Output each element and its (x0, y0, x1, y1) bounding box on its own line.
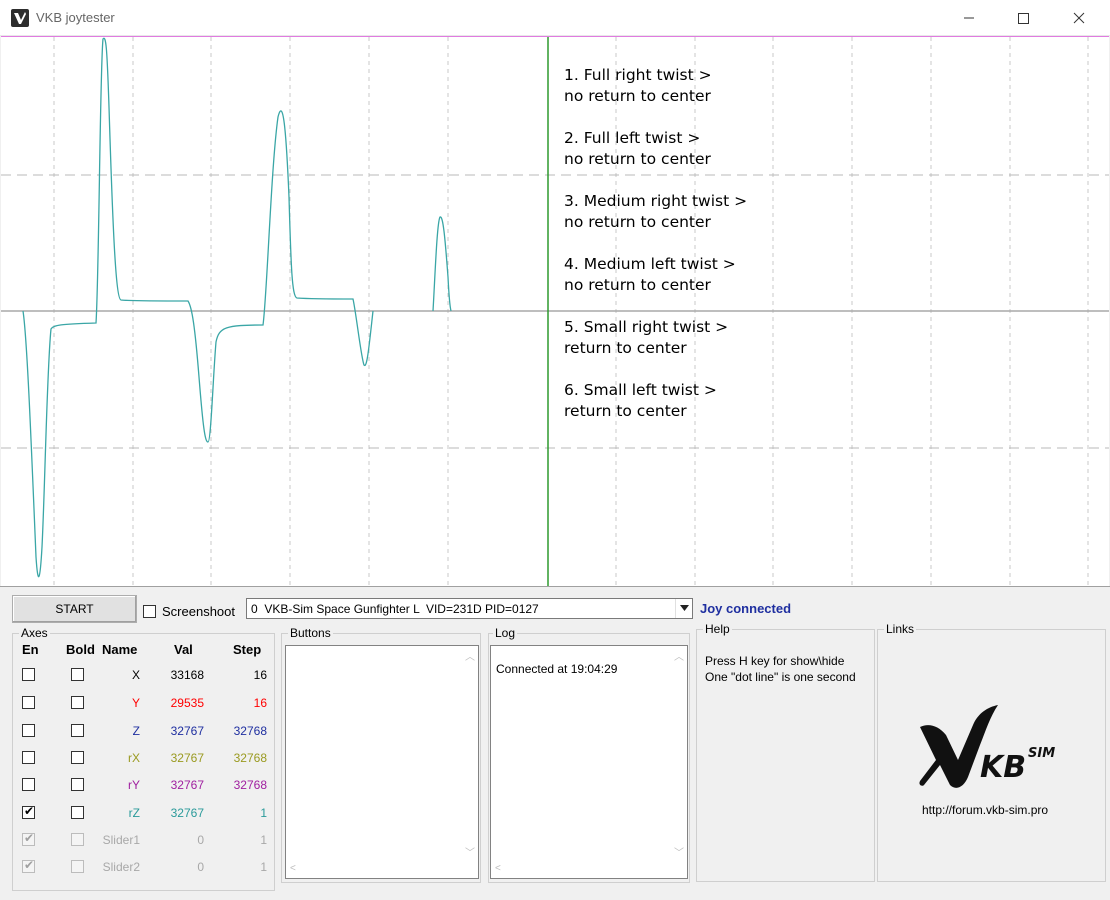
axis-name: Z (132, 724, 140, 738)
buttons-horizontal-scrollbar[interactable]: < (286, 861, 478, 878)
buttons-vertical-scrollbar[interactable]: ︿ ﹀ (461, 646, 478, 861)
axis-enable-checkbox: ✔ (22, 858, 35, 873)
instruction-3: 3. Medium right twist > no return to cen… (564, 192, 748, 231)
checkmark-icon: ✔ (24, 831, 35, 845)
axes-group-label: Axes (19, 626, 50, 640)
axis-step: 1 (260, 833, 267, 847)
header-val: Val (174, 642, 193, 657)
maximize-button[interactable] (1001, 0, 1047, 36)
header-bold: Bold (66, 642, 95, 657)
links-group-label: Links (884, 622, 917, 636)
axis-graph: 1. Full right twist > no return to cente… (1, 36, 1109, 587)
minimize-icon (964, 17, 974, 19)
instruction-5: 5. Small right twist > return to center (564, 318, 729, 357)
axis-step: 1 (260, 860, 267, 874)
axis-value: 32767 (170, 751, 204, 765)
forum-link[interactable]: http://forum.vkb-sim.pro (922, 803, 1048, 817)
axis-value: 32767 (170, 778, 204, 792)
header-step: Step (233, 642, 262, 657)
checkmark-icon: ✔ (24, 804, 35, 818)
axis-step: 1 (260, 806, 267, 820)
buttons-group-label: Buttons (288, 626, 333, 640)
instruction-2: 2. Full left twist > no return to center (564, 129, 711, 168)
help-group: Help Press H key for show\hide One "dot … (696, 622, 875, 882)
log-vertical-scrollbar[interactable]: ︿ ﹀ (670, 646, 687, 861)
axis-step: 16 (253, 696, 267, 710)
control-panel: START Screenshoot 0 VKB-Sim Space Gunfig… (0, 586, 1110, 900)
instructions-text: 1. Full right twist > no return to cente… (564, 65, 1064, 443)
axis-enable-checkbox: ✔ (22, 831, 35, 846)
scroll-left-icon[interactable]: < (290, 863, 296, 874)
minimize-button[interactable] (946, 0, 992, 36)
log-entry: Connected at 19:04:29 (496, 662, 618, 676)
axis-name: Y (131, 696, 140, 710)
maximize-icon (1018, 13, 1029, 24)
axis-name: Slider1 (102, 833, 140, 847)
chevron-down-icon[interactable] (675, 599, 692, 618)
axis-enable-checkbox[interactable] (22, 751, 35, 764)
log-horizontal-scrollbar[interactable]: < (491, 861, 687, 878)
device-select-value: 0 VKB-Sim Space Gunfighter L VID=231D PI… (251, 602, 539, 616)
close-icon (1073, 12, 1085, 24)
instruction-6: 6. Small left twist > return to center (564, 381, 717, 420)
axis-step: 32768 (233, 751, 267, 765)
axis-value: 32767 (170, 806, 204, 820)
instruction-1: 1. Full right twist > no return to cente… (564, 66, 712, 105)
help-group-label: Help (703, 622, 732, 636)
axis-value: 0 (197, 833, 204, 847)
axis-value: 32767 (170, 724, 204, 738)
scroll-left-icon[interactable]: < (495, 863, 501, 874)
axis-step: 32768 (233, 724, 267, 738)
axis-enable-checkbox[interactable] (22, 668, 35, 681)
window-title: VKB joytester (36, 10, 115, 25)
rz-trace (22, 37, 452, 578)
close-button[interactable] (1056, 0, 1102, 36)
header-name: Name (102, 642, 138, 657)
vkb-sim-logo[interactable]: KB SIM (918, 705, 1068, 795)
axis-name: rX (128, 751, 140, 765)
svg-text:KB: KB (980, 750, 1026, 785)
axis-value: 33168 (170, 668, 204, 682)
log-list[interactable]: Connected at 19:04:29 ︿ ﹀ < (490, 645, 688, 879)
help-line: Press H key for show\hide (705, 654, 845, 668)
axis-step: 16 (253, 668, 267, 682)
axis-enable-checkbox[interactable] (22, 778, 35, 791)
buttons-list[interactable]: ︿ ﹀ < (285, 645, 479, 879)
connection-status: Joy connected (700, 601, 792, 616)
links-group: Links KB SIM http://forum.vkb-sim.pro (877, 622, 1106, 882)
help-line: One "dot line" is one second (705, 670, 856, 684)
axis-enable-checkbox[interactable]: ✔ (22, 804, 35, 819)
checkmark-icon: ✔ (24, 858, 35, 872)
axis-enable-checkbox[interactable] (22, 724, 35, 737)
scroll-up-icon[interactable]: ︿ (465, 648, 475, 663)
screenshot-checkbox[interactable] (143, 605, 156, 618)
axis-value: 29535 (170, 696, 204, 710)
axis-enable-checkbox[interactable] (22, 696, 35, 709)
screenshot-label: Screenshoot (162, 604, 235, 619)
title-bar: VKB joytester (0, 0, 1110, 36)
log-group-label: Log (493, 626, 518, 640)
scroll-down-icon[interactable]: ﹀ (465, 844, 475, 859)
scroll-up-icon[interactable]: ︿ (674, 648, 684, 663)
axis-name: Slider2 (102, 860, 140, 874)
axis-name: rY (128, 778, 140, 792)
axis-name: X (131, 668, 140, 682)
start-button[interactable]: START (12, 595, 137, 623)
axis-step: 32768 (233, 778, 267, 792)
header-en: En (22, 642, 39, 657)
svg-text:SIM: SIM (1028, 746, 1055, 761)
axis-value: 0 (197, 860, 204, 874)
instruction-4: 4. Medium left twist > no return to cent… (564, 255, 736, 294)
app-icon (11, 9, 29, 27)
device-select[interactable]: 0 VKB-Sim Space Gunfighter L VID=231D PI… (246, 598, 693, 619)
scroll-down-icon[interactable]: ﹀ (674, 844, 684, 859)
axis-name: rZ (128, 806, 140, 820)
